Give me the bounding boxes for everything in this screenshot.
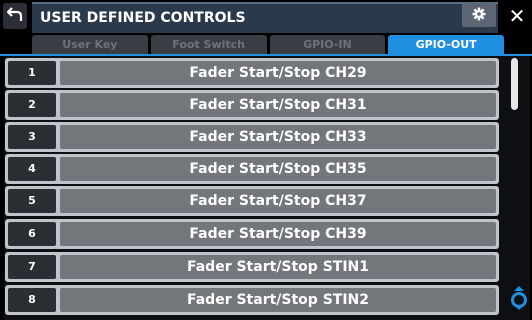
tab-gpio-in[interactable]: GPIO-IN [269, 35, 386, 55]
list-item: 8 Fader Start/Stop STIN2 [5, 285, 499, 315]
row-function-button[interactable]: Fader Start/Stop CH29 [60, 61, 496, 85]
tab-gpio-out[interactable]: GPIO-OUT [388, 35, 504, 55]
row-number-button[interactable]: 1 [8, 61, 56, 85]
row-function-button[interactable]: Fader Start/Stop STIN2 [60, 288, 496, 312]
settings-button[interactable] [462, 3, 496, 27]
close-icon: ✕ [508, 4, 526, 28]
row-number-button[interactable]: 5 [8, 189, 56, 213]
tab-user-key[interactable]: User Key [32, 35, 148, 55]
row-number-button[interactable]: 7 [8, 255, 56, 279]
scroll-knob-icon[interactable] [509, 284, 529, 312]
list-item: 3 Fader Start/Stop CH33 [5, 122, 499, 152]
row-number-button[interactable]: 3 [8, 125, 56, 149]
list-item: 7 Fader Start/Stop STIN1 [5, 252, 499, 282]
page-title: USER DEFINED CONTROLS [32, 2, 498, 33]
row-number-button[interactable]: 6 [8, 222, 56, 246]
list-item: 4 Fader Start/Stop CH35 [5, 154, 499, 184]
close-button[interactable]: ✕ [505, 3, 529, 29]
list-item: 2 Fader Start/Stop CH31 [5, 90, 499, 120]
list-item: 6 Fader Start/Stop CH39 [5, 219, 499, 249]
row-number-button[interactable]: 4 [8, 157, 56, 181]
tab-foot-switch[interactable]: Foot Switch [150, 35, 267, 55]
tab-bar: User Key Foot Switch GPIO-IN GPIO-OUT [32, 35, 504, 55]
row-function-button[interactable]: Fader Start/Stop CH33 [60, 125, 496, 149]
row-function-button[interactable]: Fader Start/Stop STIN1 [60, 255, 496, 279]
scrollbar-thumb[interactable] [511, 58, 518, 110]
row-function-button[interactable]: Fader Start/Stop CH37 [60, 189, 496, 213]
row-number-button[interactable]: 8 [8, 288, 56, 312]
list-item: 1 Fader Start/Stop CH29 [5, 58, 499, 88]
back-arrow-icon [6, 6, 23, 26]
list-item: 5 Fader Start/Stop CH37 [5, 186, 499, 216]
row-function-button[interactable]: Fader Start/Stop CH35 [60, 157, 496, 181]
row-function-button[interactable]: Fader Start/Stop CH39 [60, 222, 496, 246]
row-number-button[interactable]: 2 [8, 93, 56, 117]
row-function-button[interactable]: Fader Start/Stop CH31 [60, 93, 496, 117]
title-bar: USER DEFINED CONTROLS ✕ [0, 0, 532, 33]
back-button[interactable] [3, 3, 27, 29]
gear-icon [472, 6, 486, 25]
